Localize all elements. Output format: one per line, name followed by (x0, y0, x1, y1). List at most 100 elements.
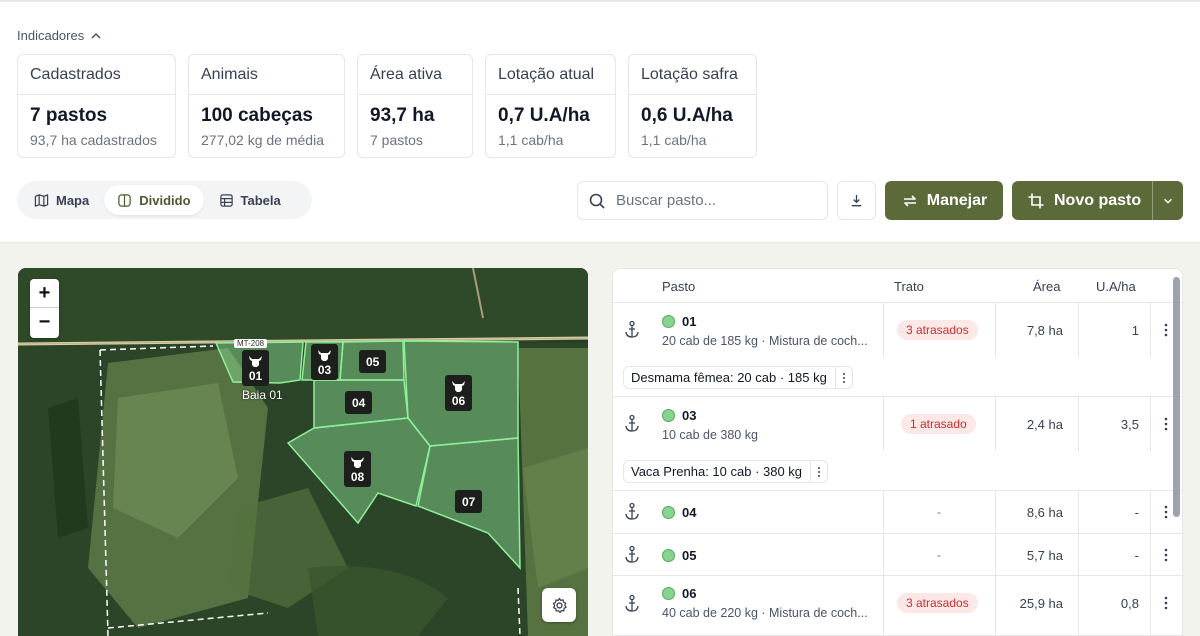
zoom-in-button[interactable]: + (30, 279, 59, 308)
pasture-marker-03[interactable]: 03 (311, 344, 338, 380)
kebab-menu-icon[interactable] (1163, 416, 1169, 432)
pasture-marker-04[interactable]: 04 (345, 391, 373, 414)
cell-divider (1078, 303, 1079, 357)
indicator-card-sub: 277,02 kg de média (201, 132, 324, 148)
lot-chip[interactable]: Vaca Prenha: 10 cab · 380 kg (623, 460, 829, 483)
pasture-marker-06[interactable]: 06 (445, 375, 472, 411)
anchor-icon (625, 502, 639, 520)
cell-divider (995, 491, 996, 534)
cell-divider (883, 576, 884, 635)
cell-divider (883, 534, 884, 576)
area-value: 8,6 ha (1026, 505, 1063, 520)
indicator-card-sub: 1,1 cab/ha (498, 132, 564, 148)
tab-dividido[interactable]: Dividido (104, 185, 204, 215)
indicator-card-area-ativa: Área ativa 93,7 ha 7 pastos (357, 54, 473, 158)
download-icon (851, 194, 862, 207)
marker-label: 05 (366, 354, 380, 369)
area-value: 7,8 ha (1026, 323, 1063, 338)
ua-value: - (1134, 548, 1139, 563)
pasture-name: 04 (682, 505, 697, 520)
cow-icon (351, 457, 364, 468)
indicator-card-animais: Animais 100 cabeças 277,02 kg de média (188, 54, 345, 158)
anchor-icon (625, 414, 639, 432)
marker-label: 07 (462, 494, 476, 509)
table-row[interactable]: 04 - 8,6 ha - (613, 491, 1182, 534)
area-value: 2,4 ha (1026, 417, 1063, 432)
indicators-toggle[interactable]: Indicadores (17, 28, 102, 43)
late-badge: 1 atrasado (901, 414, 976, 434)
tab-mapa[interactable]: Mapa (21, 185, 102, 215)
manejar-label: Manejar (926, 191, 988, 209)
area-value: 25,9 ha (1019, 596, 1063, 611)
pasture-marker-01[interactable]: 01 (242, 350, 269, 386)
swap-icon (903, 194, 916, 207)
manejar-button[interactable]: Manejar (885, 181, 1003, 220)
cell-divider (1150, 491, 1151, 534)
ua-value: 3,5 (1120, 417, 1139, 432)
pasture-marker-07[interactable]: 07 (455, 490, 483, 513)
chevron-up-icon (91, 32, 101, 39)
novo-pasto-dropdown[interactable] (1152, 181, 1183, 220)
indicator-card-value: 7 pastos (30, 105, 108, 126)
table-row[interactable]: 03 10 cab de 380 kg 1 atrasado 2,4 ha 3,… (613, 397, 1182, 491)
crop-icon (1028, 193, 1044, 208)
indicator-card-title: Animais (189, 55, 344, 95)
top-divider (0, 0, 1200, 2)
novo-pasto-label: Novo pasto (1054, 191, 1142, 209)
cell-divider (995, 397, 996, 451)
tab-label: Mapa (56, 192, 90, 208)
pasture-marker-05[interactable]: 05 (359, 350, 387, 373)
area-value: 5,7 ha (1026, 548, 1063, 563)
pasture-desc: 40 cab de 220 kg · Mistura de coch... (662, 606, 868, 620)
kebab-menu-icon[interactable] (1163, 595, 1169, 611)
kebab-menu-icon[interactable] (1163, 547, 1169, 563)
satellite-map (18, 268, 588, 636)
status-dot (662, 409, 675, 422)
tab-tabela[interactable]: Tabela (206, 185, 294, 215)
cell-divider (1078, 397, 1079, 451)
cell-divider (1150, 534, 1151, 576)
zoom-out-button[interactable]: − (30, 308, 59, 337)
pasture-name: 01 (682, 314, 697, 329)
cell-divider (1150, 303, 1151, 357)
marker-label: 08 (350, 470, 365, 484)
cell-divider (995, 303, 996, 357)
column-pasto[interactable]: Pasto (662, 279, 695, 294)
cell-divider (995, 576, 996, 635)
indicator-card-sub: 7 pastos (370, 132, 423, 148)
indicator-card-lotacao-atual: Lotação atual 0,7 U.A/ha 1,1 cab/ha (485, 54, 616, 158)
column-area[interactable]: Área (1033, 279, 1060, 294)
search-input[interactable] (616, 192, 816, 209)
table-row[interactable]: 01 20 cab de 185 kg · Mistura de coch...… (613, 303, 1182, 397)
cell-divider (1078, 491, 1079, 534)
pasture-marker-08[interactable]: 08 (344, 451, 371, 487)
lot-menu[interactable] (836, 372, 852, 384)
pasture-desc: 10 cab de 380 kg (662, 428, 758, 442)
indicator-card-cadastrados: Cadastrados 7 pastos 93,7 ha cadastrados (17, 54, 176, 158)
download-button[interactable] (837, 181, 876, 220)
table-scrollbar[interactable] (1173, 277, 1180, 517)
kebab-menu-icon[interactable] (1163, 322, 1169, 338)
kebab-menu-icon (818, 466, 821, 477)
cow-icon (318, 350, 331, 361)
indicator-card-value: 0,7 U.A/ha (498, 105, 590, 126)
lot-menu[interactable] (811, 466, 827, 478)
trato-value: - (937, 548, 941, 562)
table-row[interactable]: 06 40 cab de 220 kg · Mistura de coch...… (613, 576, 1182, 635)
cell-divider (883, 491, 884, 534)
table-row[interactable]: 05 - 5,7 ha - (613, 534, 1182, 576)
map-settings-button[interactable] (542, 588, 576, 622)
pasture-name: 06 (682, 586, 697, 601)
cell-divider (883, 303, 884, 357)
status-dot (662, 506, 675, 519)
map-panel[interactable]: + − MT-208 01 Baia 01 03 05 04 06 08 07 (18, 268, 588, 636)
column-ua[interactable]: U.A/ha (1096, 279, 1136, 294)
cow-icon (452, 381, 465, 392)
novo-pasto-main[interactable]: Novo pasto (1012, 181, 1152, 220)
indicator-card-title: Área ativa (358, 55, 472, 95)
kebab-menu-icon[interactable] (1163, 504, 1169, 520)
lot-chip[interactable]: Desmama fêmea: 20 cab · 185 kg (623, 366, 853, 389)
anchor-icon (625, 320, 639, 338)
zoom-controls: + − (30, 279, 59, 338)
column-trato[interactable]: Trato (894, 279, 924, 294)
